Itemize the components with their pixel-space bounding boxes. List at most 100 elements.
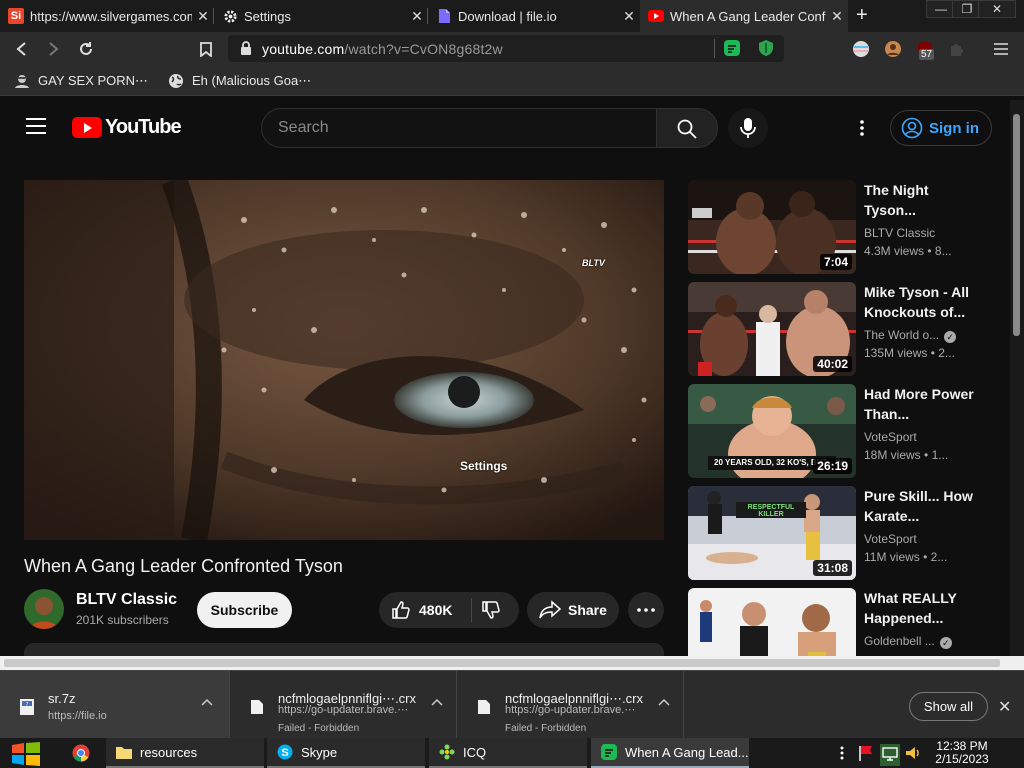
related-channel-name[interactable]: VoteSport [864,430,917,444]
video-thumbnail[interactable]: 40:02 [688,282,856,376]
show-all-downloads-button[interactable]: Show all [909,692,988,721]
taskbar-item-browser[interactable]: When A Gang Lead... [591,738,749,768]
related-video-item[interactable]: 7:04 The Night Tyson... BLTV Classic 4.3… [688,180,988,274]
profile-extension-icon[interactable] [882,38,904,60]
video-duration: 40:02 [813,356,852,372]
vertical-scrollbar[interactable] [1010,100,1024,656]
close-icon[interactable]: ✕ [826,8,848,25]
more-options-icon[interactable] [852,118,872,138]
search-box[interactable] [261,108,657,148]
horizontal-scrollbar[interactable] [0,656,1024,670]
close-icon[interactable]: ✕ [998,697,1011,717]
file-icon [251,700,263,714]
channel-avatar[interactable] [24,589,64,629]
dislike-button[interactable] [481,600,501,625]
new-tab-icon[interactable]: + [856,4,868,27]
chevron-up-icon[interactable] [430,695,444,709]
bookmark-item-gsp[interactable]: GAY SEX PORN⋯ [14,73,148,89]
chevron-up-icon[interactable] [200,695,214,709]
related-channel-name[interactable]: BLTV Classic [864,226,935,240]
scrollbar-thumb[interactable] [4,659,1000,667]
bookmark-icon[interactable] [195,38,217,60]
related-channel-name[interactable]: VoteSport [864,532,917,546]
subscribe-button[interactable]: Subscribe [197,592,292,628]
search-button[interactable] [656,108,718,148]
related-video-item[interactable]: What REALLY Happened... Goldenbell ... ✓ [688,588,988,656]
related-video-title[interactable]: Mike Tyson - All Knockouts of... [864,282,974,322]
icq-flower-icon [439,744,455,760]
scrollbar-thumb[interactable] [1013,114,1020,336]
related-video-stats: 4.3M views • 8... [864,244,952,258]
lock-icon[interactable] [240,41,252,60]
forward-icon[interactable] [43,38,65,60]
chrome-icon[interactable] [72,744,90,767]
rss-extension-icon[interactable] [724,40,740,61]
account-circle-icon [901,117,923,139]
close-icon[interactable]: ✕ [618,8,640,25]
volume-icon[interactable] [905,745,921,766]
taskbar-item-resources[interactable]: resources [106,738,264,768]
video-thumbnail[interactable]: 7:04 [688,180,856,274]
download-item[interactable]: ncfmlogaelpnniflgi⋯.crx https://go-updat… [230,671,457,739]
sign-in-button[interactable]: Sign in [890,110,992,146]
hamburger-menu-icon[interactable] [26,118,46,134]
video-player[interactable]: BLTV Settings [24,180,664,540]
settings-tooltip: Settings [460,459,508,473]
related-video-item[interactable]: 20 YEARS OLD, 32 KO'S, BUT... W 26:19 Ha… [688,384,988,478]
tab-silvergames[interactable]: Si https://www.silvergames.com ✕ [0,0,214,32]
share-button[interactable]: Share [527,592,619,628]
video-thumbnail[interactable]: 20 YEARS OLD, 32 KO'S, BUT... W 26:19 [688,384,856,478]
chevron-up-icon[interactable] [657,695,671,709]
related-video-title[interactable]: What REALLY Happened... [864,588,974,628]
menu-icon[interactable] [990,38,1012,60]
download-item[interactable]: 7 sr.7z https://file.io [0,671,230,739]
youtube-play-logo-icon [72,117,102,138]
taskbar-item-icq[interactable]: ICQ [429,738,587,768]
address-bar[interactable]: youtube.com/watch?v=CvON8g68t2w [228,35,784,62]
youtube-logo[interactable]: YouTube [72,116,182,139]
youtube-favicon-icon [648,8,664,24]
action-center-flag-icon[interactable] [858,745,874,766]
taskbar-item-skype[interactable]: S Skype [267,738,425,768]
download-status: Failed - Forbidden [278,723,360,734]
close-icon[interactable]: ✕ [192,8,214,25]
reload-icon[interactable] [75,38,97,60]
search-input[interactable] [278,119,638,137]
bookmark-item-eh[interactable]: Eh (Malicious Goa⋯ [168,73,311,89]
extensions-puzzle-icon[interactable] [946,38,968,60]
related-video-item[interactable]: 40:02 Mike Tyson - All Knockouts of... T… [688,282,988,376]
svg-text:S: S [281,747,288,759]
tab-settings[interactable]: Settings ✕ [214,0,428,32]
video-thumbnail[interactable]: RESPECTFUL KILLER 31:08 [688,486,856,580]
related-channel-name[interactable]: The World o... ✓ [864,328,957,343]
window-close-icon[interactable]: ✕ [978,0,1016,18]
file-icon [478,700,490,714]
upload-age: • 8... [927,244,952,258]
related-video-title[interactable]: Pure Skill... How Karate... [864,486,974,526]
video-frame-image [24,180,664,540]
tab-file-io[interactable]: Download | file.io ✕ [428,0,640,32]
system-clock[interactable]: 12:38 PM 2/15/2023 [920,740,1004,766]
share-icon [539,600,561,619]
vertical-ellipsis-icon[interactable] [840,746,844,765]
description-box[interactable] [24,643,664,657]
back-icon[interactable] [10,38,32,60]
related-video-title[interactable]: Had More Power Than... [864,384,974,424]
verified-check-icon: ✓ [939,637,952,649]
windows-start-icon[interactable] [10,742,42,768]
channel-name[interactable]: BLTV Classic [76,591,177,609]
related-video-item[interactable]: RESPECTFUL KILLER 31:08 Pure Skill... Ho… [688,486,988,580]
related-video-title[interactable]: The Night Tyson... [864,180,974,220]
download-item[interactable]: ncfmlogaelpnniflgi⋯.crx https://go-updat… [457,671,684,739]
download-source: https://file.io [48,710,107,722]
video-thumbnail[interactable] [688,588,856,656]
vpn-extension-icon[interactable] [850,38,872,60]
related-channel-name[interactable]: Goldenbell ... ✓ [864,634,952,649]
close-icon[interactable]: ✕ [406,8,428,25]
like-button[interactable] [391,600,411,625]
tab-youtube-video[interactable]: When A Gang Leader Confronted Tyson ✕ [640,0,848,32]
voice-search-button[interactable] [728,108,768,148]
network-icon[interactable] [880,744,900,766]
more-actions-button[interactable] [628,592,664,628]
shield-icon[interactable] [758,39,774,62]
